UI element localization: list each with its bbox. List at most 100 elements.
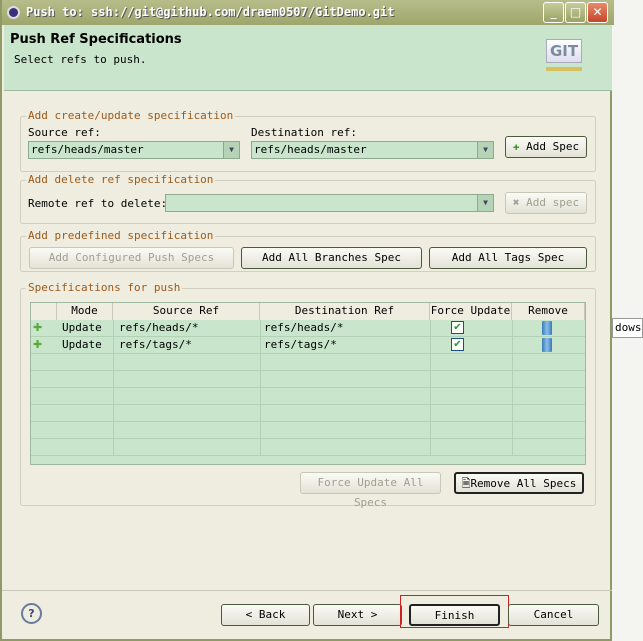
add-all-tags-button[interactable]: Add All Tags Spec — [429, 247, 587, 269]
footer-divider — [2, 590, 612, 591]
chevron-down-icon[interactable]: ▼ — [223, 142, 239, 158]
back-button[interactable]: < Back — [221, 604, 310, 626]
column-divider — [260, 388, 261, 405]
close-button[interactable]: ✕ — [587, 2, 608, 23]
table-row[interactable] — [31, 422, 585, 439]
column-divider — [512, 422, 513, 439]
column-divider — [113, 354, 114, 371]
column-header-add — [31, 303, 57, 320]
table-row[interactable] — [31, 439, 585, 456]
minimize-button[interactable]: _ — [543, 2, 564, 23]
finish-button[interactable]: Finish — [409, 604, 500, 626]
column-divider — [430, 354, 431, 371]
column-divider — [430, 405, 431, 422]
column-divider — [113, 320, 114, 337]
git-logo-bar — [546, 67, 582, 71]
column-divider — [260, 337, 261, 354]
add-spec-label: Add Spec — [526, 140, 580, 153]
git-logo-icon: GIT — [546, 39, 582, 63]
dest-ref-combo[interactable]: refs/heads/master ▼ — [251, 141, 494, 159]
eclipse-icon — [7, 6, 20, 19]
table-row[interactable] — [31, 388, 585, 405]
column-divider — [113, 422, 114, 439]
column-divider — [512, 337, 513, 354]
table-row[interactable] — [31, 405, 585, 422]
source-cell[interactable]: refs/tags/* — [119, 337, 192, 353]
plus-icon: ✚ — [512, 140, 520, 153]
predefined-group-title: Add predefined specification — [26, 229, 216, 242]
table-row[interactable]: ✚ Update refs/tags/* refs/tags/* ✔ — [31, 337, 585, 354]
table-row[interactable] — [31, 371, 585, 388]
column-divider — [430, 320, 431, 337]
add-all-branches-button[interactable]: Add All Branches Spec — [241, 247, 422, 269]
column-divider — [260, 422, 261, 439]
column-divider — [430, 337, 431, 354]
add-configured-specs-button[interactable]: Add Configured Push Specs — [29, 247, 234, 269]
column-header-source[interactable]: Source Ref — [113, 303, 260, 320]
cancel-button[interactable]: Cancel — [508, 604, 599, 626]
column-divider — [430, 388, 431, 405]
column-divider — [512, 354, 513, 371]
dest-cell[interactable]: refs/heads/* — [264, 320, 343, 336]
push-dialog: Push to: ssh://git@github.com/draem0507/… — [0, 0, 614, 641]
column-divider — [113, 405, 114, 422]
force-update-all-button[interactable]: Force Update All Specs — [300, 472, 441, 509]
chevron-down-icon[interactable]: ▼ — [477, 142, 493, 158]
column-header-dest[interactable]: Destination Ref — [260, 303, 430, 320]
remote-ref-combo[interactable]: ▼ — [165, 194, 494, 212]
dest-ref-label: Destination ref: — [251, 126, 357, 139]
trash-icon[interactable] — [542, 321, 552, 335]
help-icon[interactable]: ? — [21, 603, 42, 624]
source-ref-label: Source ref: — [28, 126, 101, 139]
plus-icon: ✚ — [33, 321, 43, 334]
column-divider — [512, 388, 513, 405]
column-divider — [430, 439, 431, 456]
add-delete-spec-button[interactable]: ✖ Add spec — [505, 192, 587, 214]
column-divider — [260, 320, 261, 337]
mode-cell[interactable]: Update — [62, 320, 102, 336]
next-button[interactable]: Next > — [313, 604, 402, 626]
column-header-force[interactable]: Force Update — [430, 303, 512, 320]
window-title: Push to: ssh://git@github.com/draem0507/… — [26, 5, 395, 19]
force-update-checkbox[interactable]: ✔ — [451, 338, 464, 351]
table-row[interactable] — [31, 354, 585, 371]
dest-cell[interactable]: refs/tags/* — [264, 337, 337, 353]
specs-group-title: Specifications for push — [26, 281, 183, 294]
source-ref-combo[interactable]: refs/heads/master ▼ — [28, 141, 240, 159]
column-header-mode[interactable]: Mode — [57, 303, 113, 320]
column-divider — [430, 422, 431, 439]
background-tab: dows — [612, 318, 643, 338]
column-divider — [113, 388, 114, 405]
page-title: Push Ref Specifications — [10, 32, 182, 47]
column-divider — [260, 405, 261, 422]
column-divider — [113, 439, 114, 456]
column-divider — [512, 405, 513, 422]
delete-x-icon: ✖ — [512, 196, 520, 209]
add-delete-spec-label: Add spec — [526, 196, 580, 209]
column-divider — [113, 371, 114, 388]
plus-icon: ✚ — [33, 338, 43, 351]
column-divider — [512, 439, 513, 456]
source-ref-value: refs/heads/master — [31, 143, 144, 156]
mode-cell[interactable]: Update — [62, 337, 102, 353]
remove-all-label: Remove All Specs — [470, 477, 577, 490]
column-divider — [113, 337, 114, 354]
column-divider — [260, 371, 261, 388]
wizard-header: Push Ref Specifications Select refs to p… — [4, 25, 612, 91]
column-divider — [260, 439, 261, 456]
specs-table: Mode Source Ref Destination Ref Force Up… — [30, 302, 586, 465]
add-spec-button[interactable]: ✚ Add Spec — [505, 136, 587, 158]
trash-icon[interactable] — [542, 338, 552, 352]
source-cell[interactable]: refs/heads/* — [119, 320, 198, 336]
table-row[interactable]: ✚ Update refs/heads/* refs/heads/* ✔ — [31, 320, 585, 337]
title-bar: Push to: ssh://git@github.com/draem0507/… — [2, 0, 614, 25]
column-header-remove[interactable]: Remove — [512, 303, 585, 320]
remove-all-specs-button[interactable]: 🗎Remove All Specs — [454, 472, 584, 494]
create-group-title: Add create/update specification — [26, 109, 236, 122]
force-update-checkbox[interactable]: ✔ — [451, 321, 464, 334]
chevron-down-icon[interactable]: ▼ — [477, 195, 493, 211]
column-divider — [512, 320, 513, 337]
column-divider — [260, 354, 261, 371]
column-divider — [512, 371, 513, 388]
maximize-button[interactable]: □ — [565, 2, 586, 23]
